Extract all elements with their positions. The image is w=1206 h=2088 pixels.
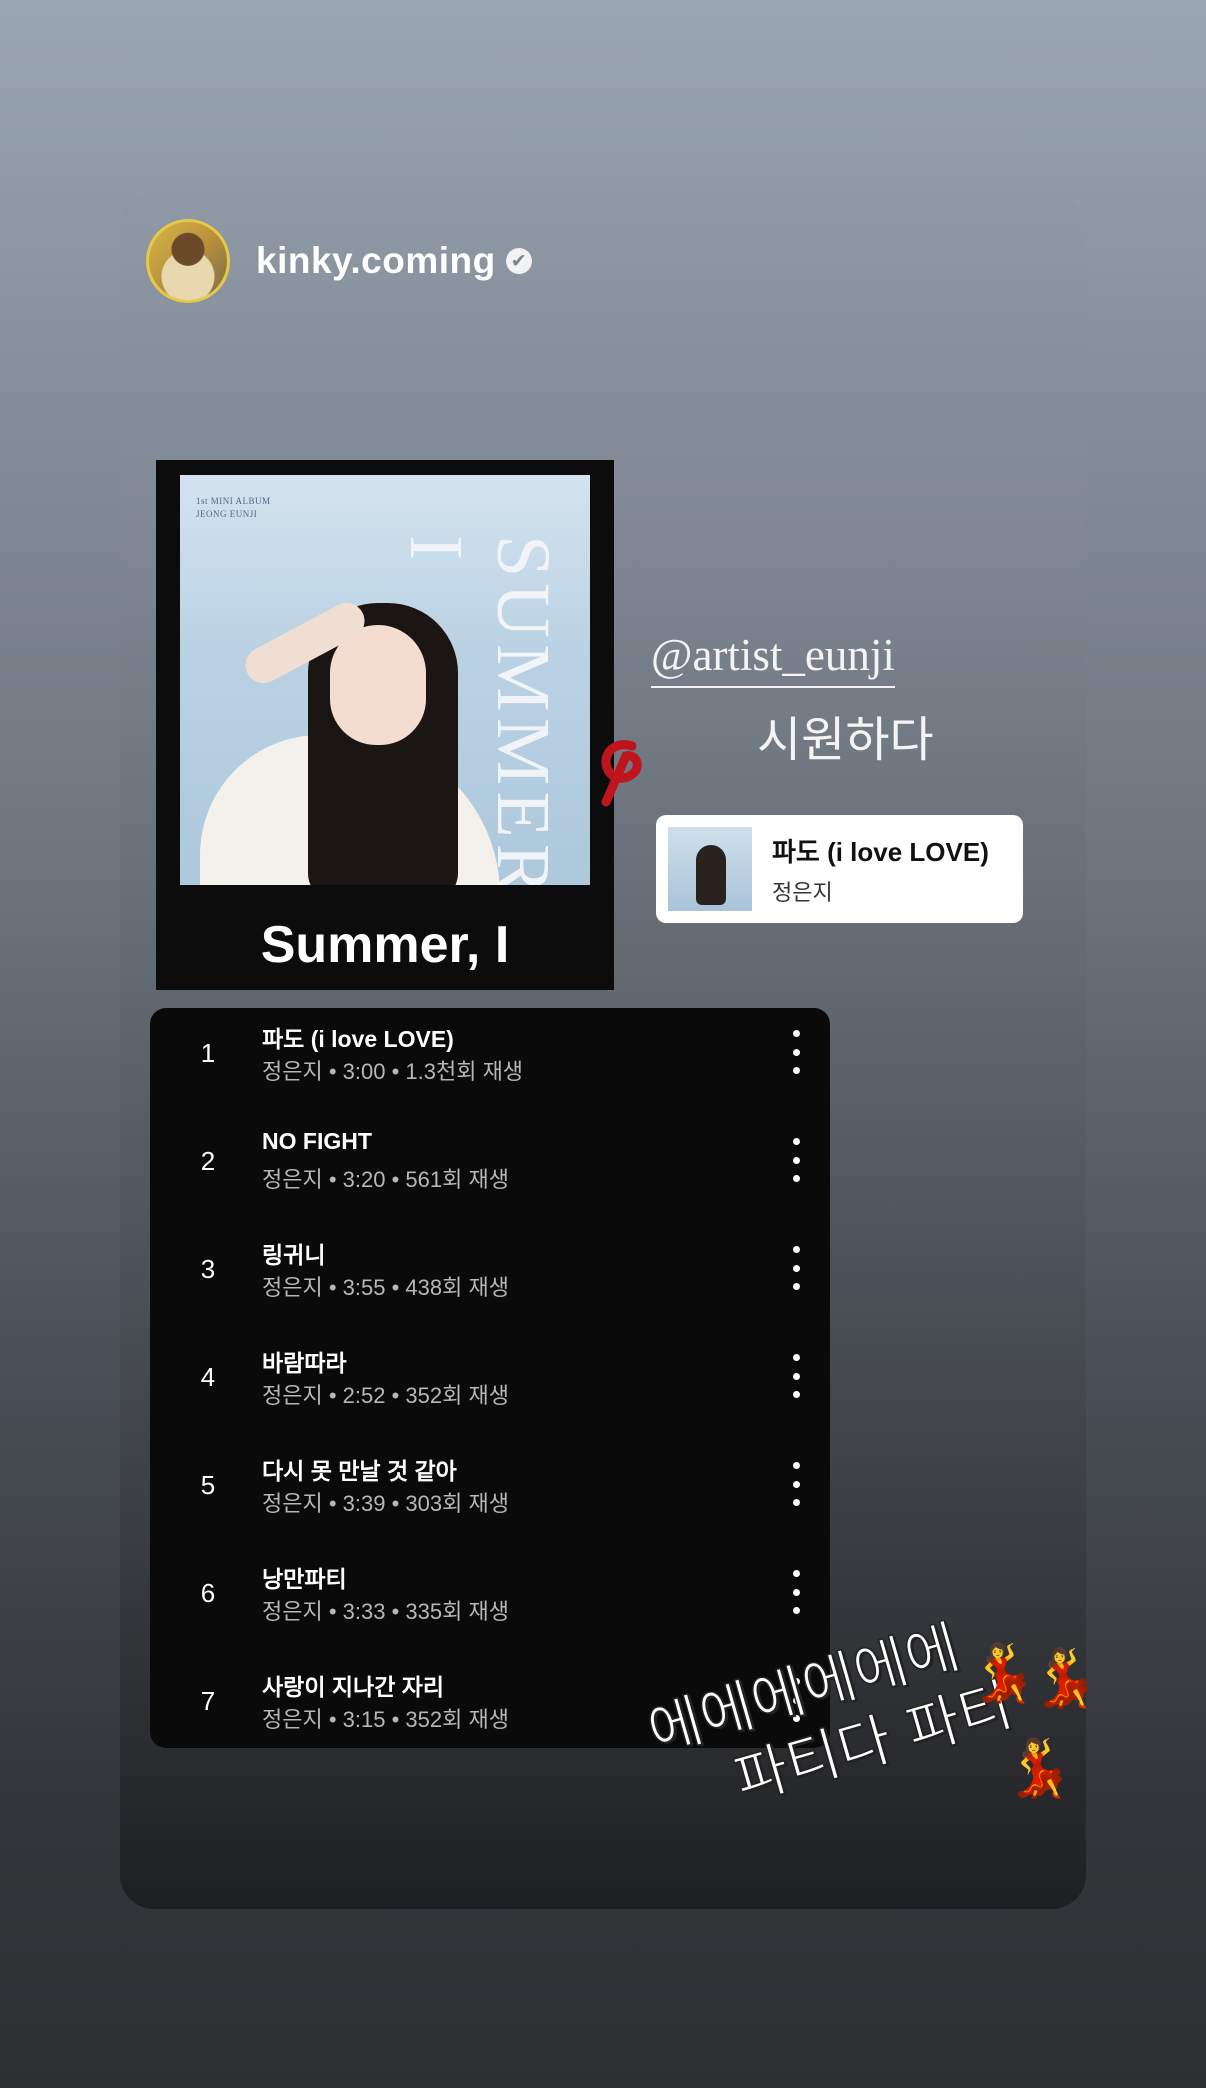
verified-badge-icon: ✔ [505, 248, 532, 274]
track-number: 1 [200, 1038, 216, 1068]
track-meta: 정은지 • 3:55 • 438회 재생 [262, 1275, 509, 1300]
album-cover: 1st MINI ALBUM JEONG EUNJI SUMMER, I [180, 475, 590, 885]
mention-tag[interactable]: @artist_eunji [651, 628, 895, 688]
pin-icon [601, 740, 642, 807]
dancer-emoji-icon: 💃 [1030, 1646, 1100, 1709]
more-options-icon[interactable] [786, 1246, 806, 1290]
cover-small-text: 1st MINI ALBUM JEONG EUNJI [196, 495, 271, 521]
track-row[interactable]: 3 링귀니 정은지 • 3:55 • 438회 재생 [150, 1224, 830, 1332]
track-row[interactable]: 2 NO FIGHT 정은지 • 3:20 • 561회 재생 [150, 1116, 830, 1224]
track-title: 바람따라 [262, 1350, 347, 1376]
album-panel[interactable]: 1st MINI ALBUM JEONG EUNJI SUMMER, I Sum… [156, 460, 614, 990]
avatar[interactable] [146, 219, 230, 303]
track-meta: 정은지 • 2:52 • 352회 재생 [262, 1383, 509, 1408]
track-meta: 정은지 • 3:20 • 561회 재생 [262, 1167, 509, 1192]
track-row[interactable]: 6 낭만파티 정은지 • 3:33 • 335회 재생 [150, 1548, 830, 1656]
more-options-icon[interactable] [786, 1462, 806, 1506]
sticker-artist: 정은지 [772, 879, 833, 905]
more-options-icon[interactable] [786, 1030, 806, 1074]
track-number: 6 [200, 1578, 216, 1608]
track-number: 7 [200, 1686, 216, 1716]
story-header: kinky.coming ✔ [146, 218, 532, 304]
music-sticker[interactable]: 파도 (i love LOVE) 정은지 [656, 815, 1023, 923]
track-title: 파도 (i love LOVE) [262, 1026, 454, 1052]
track-meta: 정은지 • 3:33 • 335회 재생 [262, 1599, 509, 1624]
track-title: 링귀니 [262, 1242, 326, 1268]
track-title: NO FIGHT [262, 1128, 372, 1154]
track-row[interactable]: 4 바람따라 정은지 • 2:52 • 352회 재생 [150, 1332, 830, 1440]
cover-subtitle: 1st MINI ALBUM [196, 496, 271, 506]
track-title: 다시 못 만날 것 같아 [262, 1458, 457, 1484]
track-number: 3 [200, 1254, 216, 1284]
track-title: 낭만파티 [262, 1566, 347, 1592]
track-meta: 정은지 • 3:39 • 303회 재생 [262, 1491, 509, 1516]
cover-title: SUMMER, I [394, 535, 565, 885]
track-row[interactable]: 5 다시 못 만날 것 같아 정은지 • 3:39 • 303회 재생 [150, 1440, 830, 1548]
track-meta: 정은지 • 3:00 • 1.3천회 재생 [262, 1059, 524, 1084]
track-row[interactable]: 1 파도 (i love LOVE) 정은지 • 3:00 • 1.3천회 재생 [150, 1008, 830, 1116]
album-name: Summer, I [260, 916, 510, 974]
track-number: 5 [200, 1470, 216, 1500]
mention-text: 시원하다 [757, 712, 934, 768]
more-options-icon[interactable] [786, 1354, 806, 1398]
username[interactable]: kinky.coming [256, 240, 496, 282]
track-title: 사랑이 지나간 자리 [262, 1674, 445, 1700]
more-options-icon[interactable] [786, 1138, 806, 1182]
sticker-song-title: 파도 (i love LOVE) [772, 836, 989, 867]
track-list: 1 파도 (i love LOVE) 정은지 • 3:00 • 1.3천회 재생… [150, 1008, 830, 1748]
sticker-album-art [668, 827, 752, 911]
track-meta: 정은지 • 3:15 • 352회 재생 [262, 1707, 509, 1732]
dancer-emoji-icon: 💃 [1004, 1736, 1074, 1799]
more-options-icon[interactable] [786, 1570, 806, 1614]
dancer-emoji-icon: 💃 [968, 1641, 1038, 1704]
track-number: 2 [200, 1146, 216, 1176]
track-number: 4 [200, 1362, 216, 1392]
cover-artist: JEONG EUNJI [196, 509, 258, 519]
